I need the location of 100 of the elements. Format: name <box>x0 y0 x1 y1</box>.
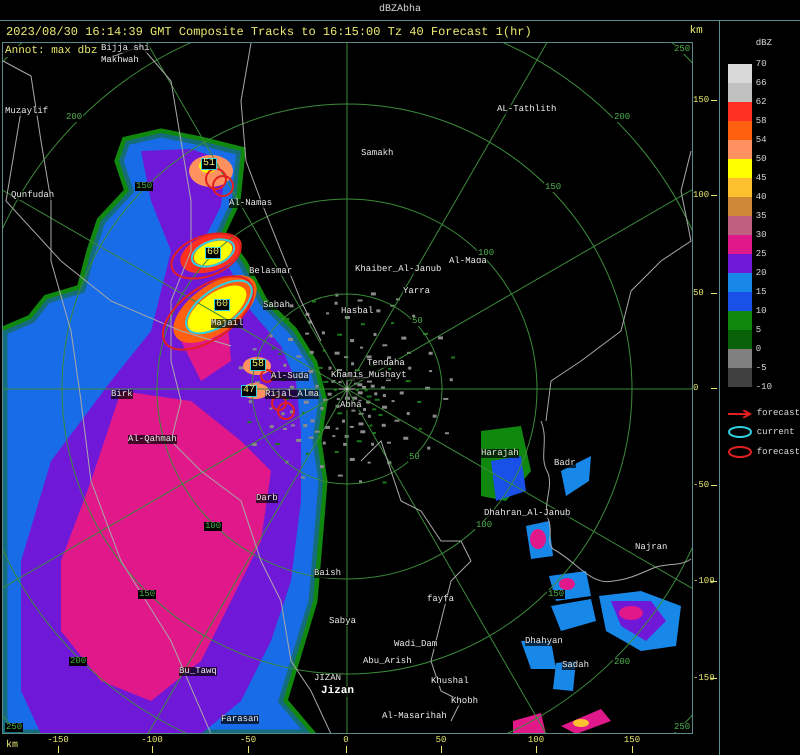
place-label: Birk <box>111 390 133 399</box>
range-label: 150 <box>135 182 154 191</box>
place-label: Al-Masarihah <box>382 712 447 721</box>
annotation-label: Annot: max dbz <box>5 46 98 57</box>
range-label: 200 <box>69 657 88 666</box>
legend-value-label: 25 <box>756 249 768 261</box>
range-label: 150 <box>544 183 562 192</box>
legend-value-label: 54 <box>756 135 768 147</box>
range-label: 100 <box>475 521 494 530</box>
place-label: AL-Tathlith <box>497 105 556 114</box>
place-label: Dhahran_Al-Janub <box>484 509 570 518</box>
range-label: 100 <box>477 249 496 258</box>
x-axis-tick-label: -150 <box>47 736 69 745</box>
x-axis-unit: km <box>6 741 18 751</box>
place-label: Baish <box>314 569 342 578</box>
place-label: Tendaha <box>367 359 405 368</box>
place-label: Khushal <box>431 677 469 686</box>
legend-value-label: 10 <box>756 306 768 318</box>
x-axis-tick-label: 50 <box>436 736 446 745</box>
legend-value-label: 15 <box>756 287 768 299</box>
legend-value-label: 5 <box>756 325 762 337</box>
y-axis-tick-label: -50 <box>693 481 710 490</box>
place-label: Wadi_Dam <box>394 640 438 649</box>
place-label: Bu_Tawq <box>179 667 217 676</box>
place-label: Bijja shi <box>101 44 150 53</box>
range-label: 50 <box>411 317 424 326</box>
place-label: Badr <box>554 459 576 468</box>
storm-cell-label: 60 <box>214 299 230 311</box>
place-label: Najran <box>635 543 668 552</box>
legend-value-label: 30 <box>756 230 768 242</box>
place-label: Al-Suda <box>271 372 309 381</box>
storm-cell-label: 51 <box>201 158 218 170</box>
place-label: Sabya <box>329 617 356 626</box>
place-label: Majail <box>211 319 244 328</box>
storm-cell-label: 47 <box>241 385 258 397</box>
x-axis-tick-label: -100 <box>141 736 163 745</box>
range-label: 200 <box>613 113 632 122</box>
legend-value-label: 70 <box>756 59 768 71</box>
x-axis-tick-label: 100 <box>528 736 544 745</box>
place-label: Belasmar <box>249 267 292 276</box>
legend-title: dBZ <box>756 39 772 48</box>
place-label: Khobh <box>451 697 478 706</box>
y-axis-tick-label: 50 <box>693 289 704 298</box>
range-label: 150 <box>138 590 156 599</box>
range-label: 250 <box>5 723 24 732</box>
place-label: Darb <box>256 494 278 503</box>
legend-value-label: 20 <box>756 268 768 280</box>
y-axis-tick-label: -100 <box>693 577 715 586</box>
range-label: 50 <box>408 453 421 462</box>
place-label: Jizan <box>321 686 354 697</box>
place-label: Rijal_Alma <box>265 390 320 399</box>
legend-value-label: 50 <box>756 154 768 166</box>
legend-value-label: 66 <box>756 78 768 90</box>
legend-value-label: 0 <box>756 344 762 356</box>
place-label: Abha <box>340 401 362 410</box>
legend-value-label: 45 <box>756 173 768 185</box>
legend-value-label: -5 <box>756 363 768 375</box>
place-label: Samakh <box>361 149 394 158</box>
legend-value-label: 35 <box>756 211 768 223</box>
place-label: Sabah <box>263 301 290 310</box>
range-label: 200 <box>613 658 632 667</box>
range-label: 100 <box>204 522 222 531</box>
y-axis-tick-label: 0 <box>693 384 698 393</box>
storm-cell-label: 58 <box>250 359 266 371</box>
place-label: Sadah <box>562 661 590 670</box>
place-label: Harajah <box>481 449 519 458</box>
place-label: Yarra <box>403 287 430 296</box>
place-label: Qunfudah <box>11 191 54 200</box>
range-label: 200 <box>65 113 84 122</box>
legend-symbol-label: forecast <box>756 448 800 456</box>
place-label: Al-Namas <box>229 199 272 208</box>
place-label: JIZAN <box>314 674 342 683</box>
legend-value-label: 62 <box>756 97 768 109</box>
place-label: Dhahyan <box>525 637 563 646</box>
range-label: 150 <box>547 590 566 599</box>
header-title: 2023/08/30 16:14:39 GMT Composite Tracks to 16:15:00 Tz 40 Forecast 1(hr) <box>6 26 532 38</box>
place-label: Al-Mada <box>449 257 487 266</box>
y-axis-tick-label: 150 <box>693 96 710 105</box>
legend-symbol-label: forecast <box>756 409 800 418</box>
window-title: dBZAbha <box>378 5 421 15</box>
place-label: Abu_Arish <box>363 657 412 666</box>
place-label: Makhwah <box>101 56 139 65</box>
x-axis-tick-label: -50 <box>240 736 256 745</box>
place-label: Hasbal <box>341 307 374 316</box>
y-axis-tick-label: -150 <box>693 674 715 683</box>
unit-label: km <box>690 26 703 37</box>
place-label: fayfa <box>427 595 454 604</box>
legend-symbol-label: current <box>756 428 795 436</box>
x-axis-tick-label: 150 <box>624 736 640 745</box>
legend-value-label: 40 <box>756 192 768 204</box>
place-label: Khaiber_Al-Janub <box>355 265 442 274</box>
y-axis-tick-label: 100 <box>693 191 710 200</box>
place-label: Al-Qahmah <box>128 435 177 444</box>
place-label: Muzaylif <box>5 107 48 116</box>
range-label: 250 <box>673 45 692 54</box>
range-label: 250 <box>673 723 692 732</box>
legend-value-label: 58 <box>756 116 768 128</box>
place-label: Khamis_Mushayt <box>331 371 407 380</box>
storm-cell-label: 60 <box>205 247 222 259</box>
place-label: Farasan <box>221 715 259 724</box>
